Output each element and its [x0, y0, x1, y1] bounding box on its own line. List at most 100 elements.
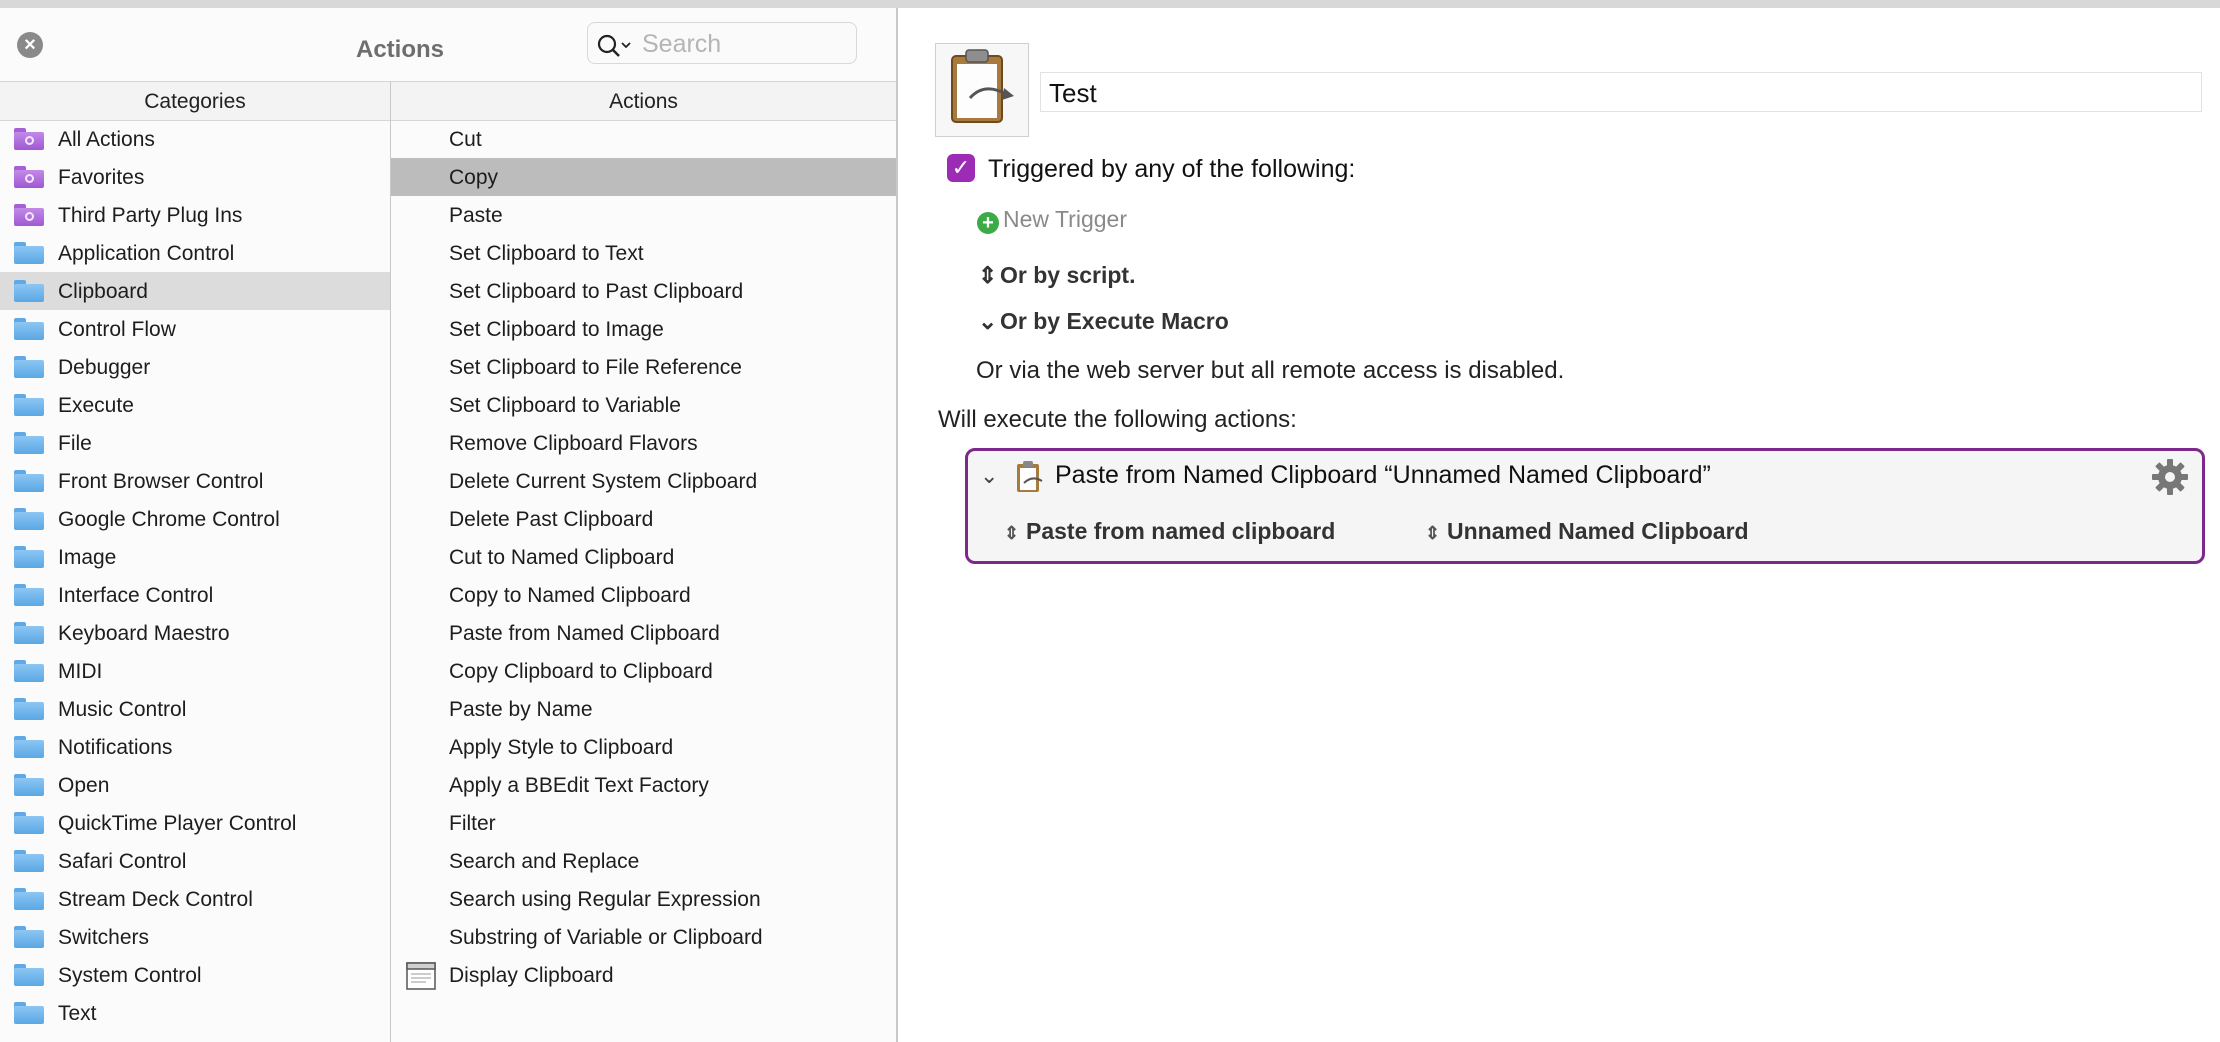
action-item-set-clipboard-to-image[interactable]: Set Clipboard to Image: [391, 310, 896, 348]
category-item-front-browser-control[interactable]: Front Browser Control: [0, 462, 390, 500]
folder-icon: [14, 660, 44, 682]
folder-icon: [14, 584, 44, 606]
clipboard-popup[interactable]: ⇕ Unnamed Named Clipboard: [1425, 518, 1749, 545]
category-item-debugger[interactable]: Debugger: [0, 348, 390, 386]
category-item-keyboard-maestro[interactable]: Keyboard Maestro: [0, 614, 390, 652]
action-item-set-clipboard-to-past-clipboard[interactable]: Set Clipboard to Past Clipboard: [391, 272, 896, 310]
category-label: Debugger: [58, 356, 151, 379]
folder-icon: [14, 698, 44, 720]
action-label: Delete Current System Clipboard: [449, 470, 758, 493]
action-item-copy-clipboard-to-clipboard[interactable]: Copy Clipboard to Clipboard: [391, 652, 896, 690]
category-item-music-control[interactable]: Music Control: [0, 690, 390, 728]
action-label: Display Clipboard: [449, 964, 614, 987]
folder-icon: [14, 888, 44, 910]
category-item-favorites[interactable]: Favorites: [0, 158, 390, 196]
action-item-search-using-regular-expression[interactable]: Search using Regular Expression: [391, 880, 896, 918]
triggered-checkbox[interactable]: ✓: [947, 154, 975, 182]
category-label: Switchers: [58, 926, 150, 949]
panel-title: Actions: [355, 36, 444, 63]
action-item-set-clipboard-to-variable[interactable]: Set Clipboard to Variable: [391, 386, 896, 424]
category-item-third-party-plug-ins[interactable]: Third Party Plug Ins: [0, 196, 390, 234]
category-item-application-control[interactable]: Application Control: [0, 234, 390, 272]
updown-chevron-icon: ⇕: [1425, 523, 1441, 543]
actions-panel: × Actions Categories Actions All Actions…: [0, 8, 898, 1042]
action-item-set-clipboard-to-text[interactable]: Set Clipboard to Text: [391, 234, 896, 272]
category-item-google-chrome-control[interactable]: Google Chrome Control: [0, 500, 390, 538]
folder-icon: [14, 394, 44, 416]
category-item-all-actions[interactable]: All Actions: [0, 120, 390, 158]
action-item-remove-clipboard-flavors[interactable]: Remove Clipboard Flavors: [391, 424, 896, 462]
action-label: Delete Past Clipboard: [449, 508, 654, 531]
category-item-notifications[interactable]: Notifications: [0, 728, 390, 766]
action-label: Apply Style to Clipboard: [449, 736, 674, 759]
action-label: Cut: [449, 128, 482, 151]
category-item-stream-deck-control[interactable]: Stream Deck Control: [0, 880, 390, 918]
macro-clipboard-icon[interactable]: [935, 43, 1029, 137]
action-item-filter[interactable]: Filter: [391, 804, 896, 842]
category-item-safari-control[interactable]: Safari Control: [0, 842, 390, 880]
folder-icon: [14, 812, 44, 834]
new-trigger-button[interactable]: + New Trigger: [977, 206, 1127, 234]
category-item-midi[interactable]: MIDI: [0, 652, 390, 690]
category-label: Stream Deck Control: [58, 888, 253, 911]
category-item-open[interactable]: Open: [0, 766, 390, 804]
action-item-paste-by-name[interactable]: Paste by Name: [391, 690, 896, 728]
categories-column-header[interactable]: Categories: [0, 82, 390, 120]
action-item-apply-style-to-clipboard[interactable]: Apply Style to Clipboard: [391, 728, 896, 766]
mode-popup[interactable]: ⇕ Paste from named clipboard: [1004, 518, 1335, 545]
action-item-delete-current-system-clipboard[interactable]: Delete Current System Clipboard: [391, 462, 896, 500]
purple-gear-folder-icon: [14, 128, 44, 150]
category-item-switchers[interactable]: Switchers: [0, 918, 390, 956]
action-item-paste-from-named-clipboard[interactable]: Paste from Named Clipboard: [391, 614, 896, 652]
updown-chevron-icon: ⇕: [1004, 523, 1020, 543]
or-by-script-disclosure[interactable]: ⇕ Or by script.: [978, 262, 1135, 289]
category-item-file[interactable]: File: [0, 424, 390, 462]
action-label: Filter: [449, 812, 496, 835]
actions-column-header[interactable]: Actions: [391, 82, 896, 120]
search-icon: [597, 34, 631, 57]
action-label: Search and Replace: [449, 850, 640, 873]
category-label: File: [58, 432, 92, 455]
action-label: Copy: [449, 166, 499, 189]
search-input[interactable]: [640, 27, 844, 61]
category-item-quicktime-player-control[interactable]: QuickTime Player Control: [0, 804, 390, 842]
macro-name-field[interactable]: Test: [1040, 72, 2202, 112]
action-label: Set Clipboard to Image: [449, 318, 664, 341]
action-item-delete-past-clipboard[interactable]: Delete Past Clipboard: [391, 500, 896, 538]
category-label: Open: [58, 774, 110, 797]
action-item-set-clipboard-to-file-reference[interactable]: Set Clipboard to File Reference: [391, 348, 896, 386]
category-label: Image: [58, 546, 117, 569]
action-item-apply-a-bbedit-text-factory[interactable]: Apply a BBEdit Text Factory: [391, 766, 896, 804]
action-item-copy-to-named-clipboard[interactable]: Copy to Named Clipboard: [391, 576, 896, 614]
web-server-note: Or via the web server but all remote acc…: [976, 357, 1565, 384]
collapse-chevron-icon[interactable]: ⌄: [980, 463, 998, 489]
category-item-interface-control[interactable]: Interface Control: [0, 576, 390, 614]
category-item-control-flow[interactable]: Control Flow: [0, 310, 390, 348]
category-label: Notifications: [58, 736, 173, 759]
gear-icon[interactable]: [2148, 455, 2192, 499]
category-item-text[interactable]: Text: [0, 994, 390, 1032]
folder-icon: [14, 280, 44, 302]
or-by-execute-macro-disclosure[interactable]: ⌄ Or by Execute Macro: [978, 308, 1229, 335]
close-icon[interactable]: ×: [17, 32, 43, 58]
action-item-substring-of-variable-or-clipboard[interactable]: Substring of Variable or Clipboard: [391, 918, 896, 956]
category-item-execute[interactable]: Execute: [0, 386, 390, 424]
actions-list: Cut Copy Paste Set Clipboard to Text Set Cli…: [391, 120, 896, 994]
action-item-cut[interactable]: Cut: [391, 120, 896, 158]
action-item-cut-to-named-clipboard[interactable]: Cut to Named Clipboard: [391, 538, 896, 576]
action-item-display-clipboard[interactable]: Display Clipboard: [391, 956, 896, 994]
category-item-system-control[interactable]: System Control: [0, 956, 390, 994]
folder-icon: [14, 622, 44, 644]
chevron-down-icon: ⌄: [978, 308, 998, 334]
category-item-clipboard[interactable]: Clipboard: [0, 272, 390, 310]
action-label: Set Clipboard to File Reference: [449, 356, 742, 379]
action-card[interactable]: ⌄ Paste from Named Clipboard “Unnamed Na…: [965, 448, 2205, 564]
folder-icon: [14, 432, 44, 454]
triggered-label: Triggered by any of the following:: [988, 155, 1356, 183]
action-item-search-and-replace[interactable]: Search and Replace: [391, 842, 896, 880]
search-field[interactable]: [587, 22, 857, 64]
action-label: Paste from Named Clipboard: [449, 622, 720, 645]
category-item-image[interactable]: Image: [0, 538, 390, 576]
action-item-copy[interactable]: Copy: [391, 158, 896, 196]
action-item-paste[interactable]: Paste: [391, 196, 896, 234]
